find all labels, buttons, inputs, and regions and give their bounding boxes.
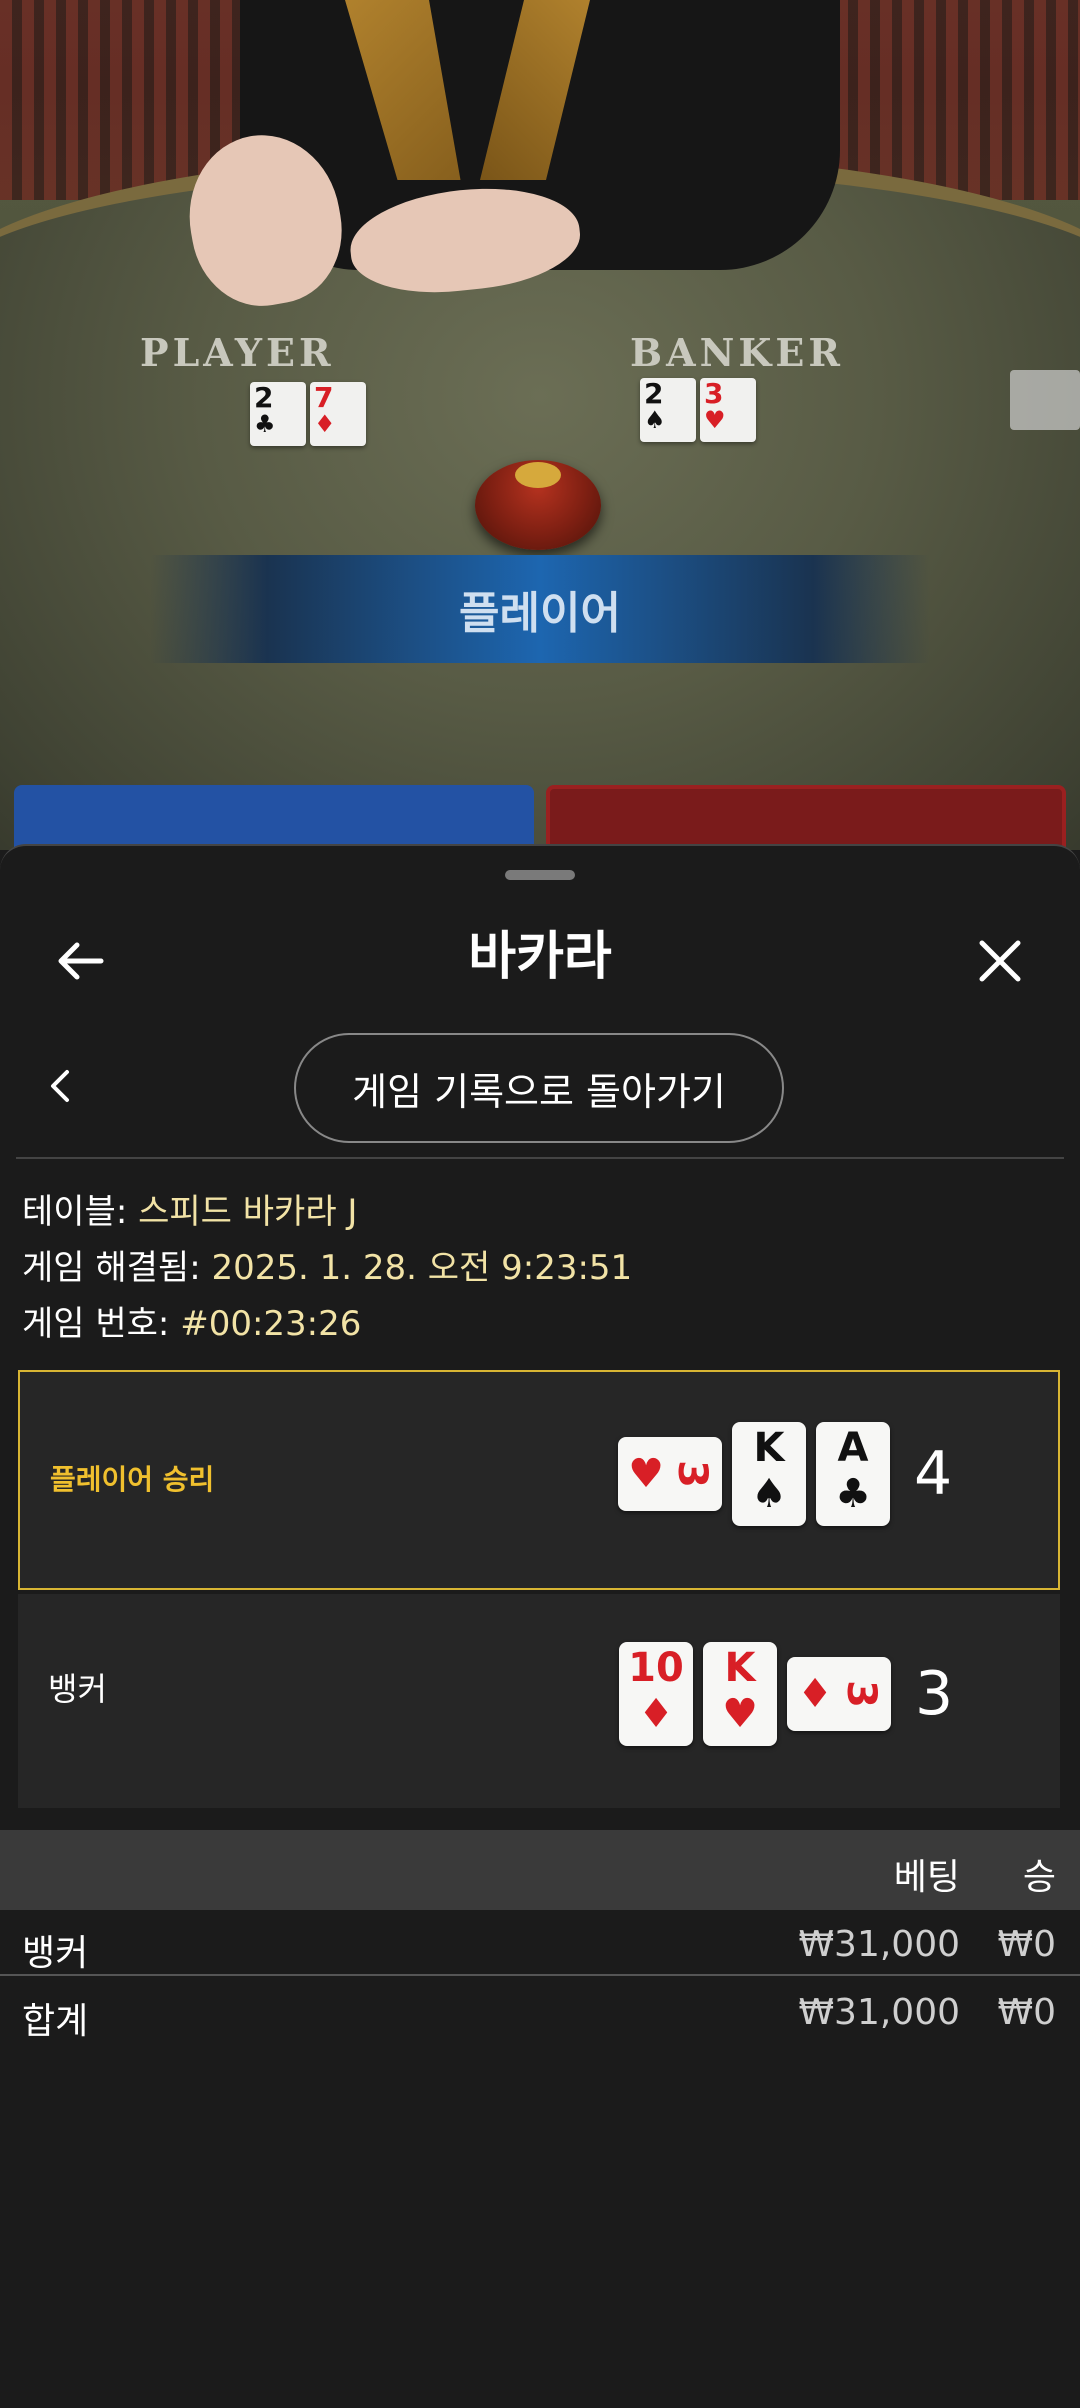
player-total: 4 xyxy=(914,1439,953,1509)
return-to-history-button[interactable]: 게임 기록으로 돌아가기 xyxy=(294,1033,784,1143)
table-banker-label: BANKER xyxy=(630,330,844,375)
meta-game-number-value: #00:23:26 xyxy=(180,1304,362,1344)
playing-card: 10 ♦ xyxy=(619,1642,693,1746)
banker-cards: 10 ♦ K ♥ ♦ 3 3 xyxy=(619,1642,953,1746)
table-player-label: PLAYER xyxy=(140,330,335,375)
close-icon xyxy=(979,940,1021,982)
meta-game-number: 게임 번호: #00:23:26 xyxy=(22,1296,361,1345)
bets-table-header: 베팅 승 xyxy=(0,1830,1080,1910)
meta-game-number-label: 게임 번호: xyxy=(22,1304,170,1344)
total-bet-amount: ₩31,000 xyxy=(798,1992,960,2033)
divider xyxy=(16,1157,1064,1159)
player-cards: ♥ 3 K ♠ A ♣ 4 xyxy=(618,1422,952,1526)
card-shoe xyxy=(1010,370,1080,430)
bet-amount: ₩31,000 xyxy=(798,1924,960,1965)
banker-outcome-panel: 뱅커 10 ♦ K ♥ ♦ 3 3 xyxy=(18,1594,1060,1808)
sheet-grabber[interactable] xyxy=(505,870,575,880)
result-banner: 플레이어 xyxy=(150,555,930,663)
table-row: 뱅커 ₩31,000 ₩0 xyxy=(0,1910,1080,1976)
sheet-title: 바카라 xyxy=(468,927,612,987)
bet-column-header: 베팅 xyxy=(893,1857,960,1898)
table-card: 2 ♣ xyxy=(250,382,306,446)
close-button[interactable] xyxy=(955,916,1045,1006)
meta-resolved-value: 2025. 1. 28. 오전 9:23:51 xyxy=(211,1248,633,1288)
bowl-knob xyxy=(515,462,561,488)
player-outcome-label: 플레이어 승리 xyxy=(50,1463,215,1496)
meta-resolved: 게임 해결됨: 2025. 1. 28. 오전 9:23:51 xyxy=(22,1240,632,1289)
live-video: PLAYER BANKER 2 ♣ 7 ♦ 2 ♠ 3 ♥ 플레이어 xyxy=(0,0,1080,850)
table-card: 2 ♠ xyxy=(640,378,696,442)
playing-card: ♦ 3 xyxy=(787,1657,891,1731)
playing-card: K ♠ xyxy=(732,1422,806,1526)
total-win-amount: ₩0 xyxy=(997,1992,1057,2033)
meta-resolved-label: 게임 해결됨: xyxy=(22,1248,201,1288)
total-name: 합계 xyxy=(22,2001,89,2042)
playing-card: A ♣ xyxy=(816,1422,890,1526)
win-amount: ₩0 xyxy=(997,1924,1057,1965)
banker-total: 3 xyxy=(915,1659,954,1729)
banker-outcome-label: 뱅커 xyxy=(48,1670,107,1708)
win-column-header: 승 xyxy=(1022,1857,1056,1898)
meta-table-value: 스피드 바카라 J xyxy=(138,1192,358,1232)
playing-card: ♥ 3 xyxy=(618,1437,722,1511)
bet-name: 뱅커 xyxy=(22,1933,89,1974)
game-detail-sheet: 바카라 게임 기록으로 돌아가기 테이블: 스피드 바카라 J 게임 해결됨: … xyxy=(0,844,1080,2408)
table-row-total: 합계 ₩31,000 ₩0 xyxy=(0,1978,1080,2044)
banker-bet-zone xyxy=(546,785,1066,850)
meta-table-label: 테이블: xyxy=(22,1192,128,1232)
table-card: 3 ♥ xyxy=(700,378,756,442)
player-outcome-panel: 플레이어 승리 ♥ 3 K ♠ A ♣ 4 xyxy=(18,1370,1060,1590)
table-card: 7 ♦ xyxy=(310,382,366,446)
playing-card: K ♥ xyxy=(703,1642,777,1746)
previous-game-button[interactable] xyxy=(30,1046,90,1126)
meta-table: 테이블: 스피드 바카라 J xyxy=(22,1184,357,1233)
chevron-left-icon xyxy=(51,1070,69,1102)
player-bet-zone xyxy=(14,785,534,850)
